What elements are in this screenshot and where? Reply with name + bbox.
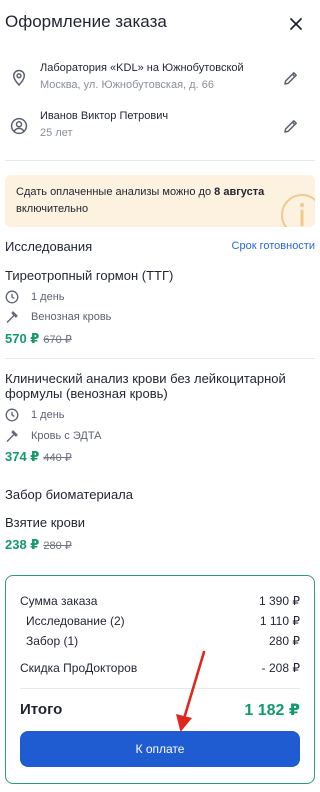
close-icon[interactable] bbox=[286, 14, 306, 34]
test-tube-icon bbox=[6, 311, 18, 323]
service-price: 570 ₽670 ₽ bbox=[5, 331, 72, 347]
price-current: 374 ₽ bbox=[5, 449, 40, 464]
pay-button[interactable]: К оплате bbox=[20, 731, 300, 767]
clinic-row: Лаборатория «KDL» на Южнобутовской Москв… bbox=[0, 60, 320, 100]
location-pin-icon bbox=[12, 69, 26, 87]
price-current: 570 ₽ bbox=[5, 331, 40, 346]
order-sum-row: Сумма заказа 1 390 ₽ bbox=[20, 594, 300, 608]
divider bbox=[5, 358, 315, 359]
research-title: Исследования bbox=[5, 239, 93, 254]
research-sum-row: Исследование (2) 1 110 ₽ bbox=[26, 614, 300, 628]
edit-patient-icon[interactable] bbox=[281, 116, 301, 136]
clock-icon bbox=[5, 290, 19, 304]
biomaterial-price: 238 ₽280 ₽ bbox=[5, 537, 72, 553]
header: Оформление заказа bbox=[0, 0, 320, 46]
clock-icon bbox=[5, 408, 19, 422]
info-icon bbox=[281, 194, 315, 227]
service-title: Тиреотропный гормон (ТТГ) bbox=[5, 268, 174, 283]
price-old: 440 ₽ bbox=[43, 452, 72, 464]
sampling-sum-row: Забор (1) 280 ₽ bbox=[26, 634, 300, 648]
total-amount: 1 182 ₽ bbox=[244, 702, 300, 719]
price-old: 670 ₽ bbox=[43, 334, 72, 346]
clinic-address: Москва, ул. Южнобутовская, д. 66 bbox=[40, 79, 214, 91]
notice-date: 8 августа bbox=[214, 186, 265, 198]
service-price: 374 ₽440 ₽ bbox=[5, 449, 72, 465]
research-header: Исследования Срок готовности bbox=[5, 238, 315, 256]
notice-text: Сдать оплаченные анализы можно до 8 авгу… bbox=[16, 186, 265, 215]
total-row: Итого 1 182 ₽ bbox=[20, 700, 300, 722]
edit-clinic-icon[interactable] bbox=[281, 68, 301, 88]
biomaterial-title: Забор биоматериала bbox=[5, 487, 133, 502]
total-label: Итого bbox=[20, 701, 63, 718]
price-old: 280 ₽ bbox=[43, 540, 72, 552]
page-title: Оформление заказа bbox=[5, 12, 167, 31]
user-icon bbox=[10, 117, 28, 135]
patient-age: 25 лет bbox=[40, 127, 73, 139]
divider bbox=[5, 160, 315, 161]
summary-divider bbox=[20, 688, 300, 689]
service-title: Клинический анализ крови без лейкоцитарн… bbox=[5, 371, 286, 401]
biomaterial-service: Взятие крови bbox=[5, 515, 86, 530]
test-tube-icon bbox=[6, 430, 18, 442]
patient-row: Иванов Виктор Петрович 25 лет bbox=[0, 108, 320, 148]
patient-name: Иванов Виктор Петрович bbox=[40, 110, 169, 122]
clinic-name: Лаборатория «KDL» на Южнобутовской bbox=[40, 62, 244, 74]
discount-row: Скидка ПроДокторов - 208 ₽ bbox=[20, 661, 300, 675]
payment-deadline-notice: Сдать оплаченные анализы можно до 8 авгу… bbox=[5, 175, 315, 227]
ready-time-link[interactable]: Срок готовности bbox=[232, 240, 315, 252]
order-summary: Сумма заказа 1 390 ₽ Исследование (2) 1 … bbox=[5, 575, 315, 784]
price-current: 238 ₽ bbox=[5, 537, 40, 552]
